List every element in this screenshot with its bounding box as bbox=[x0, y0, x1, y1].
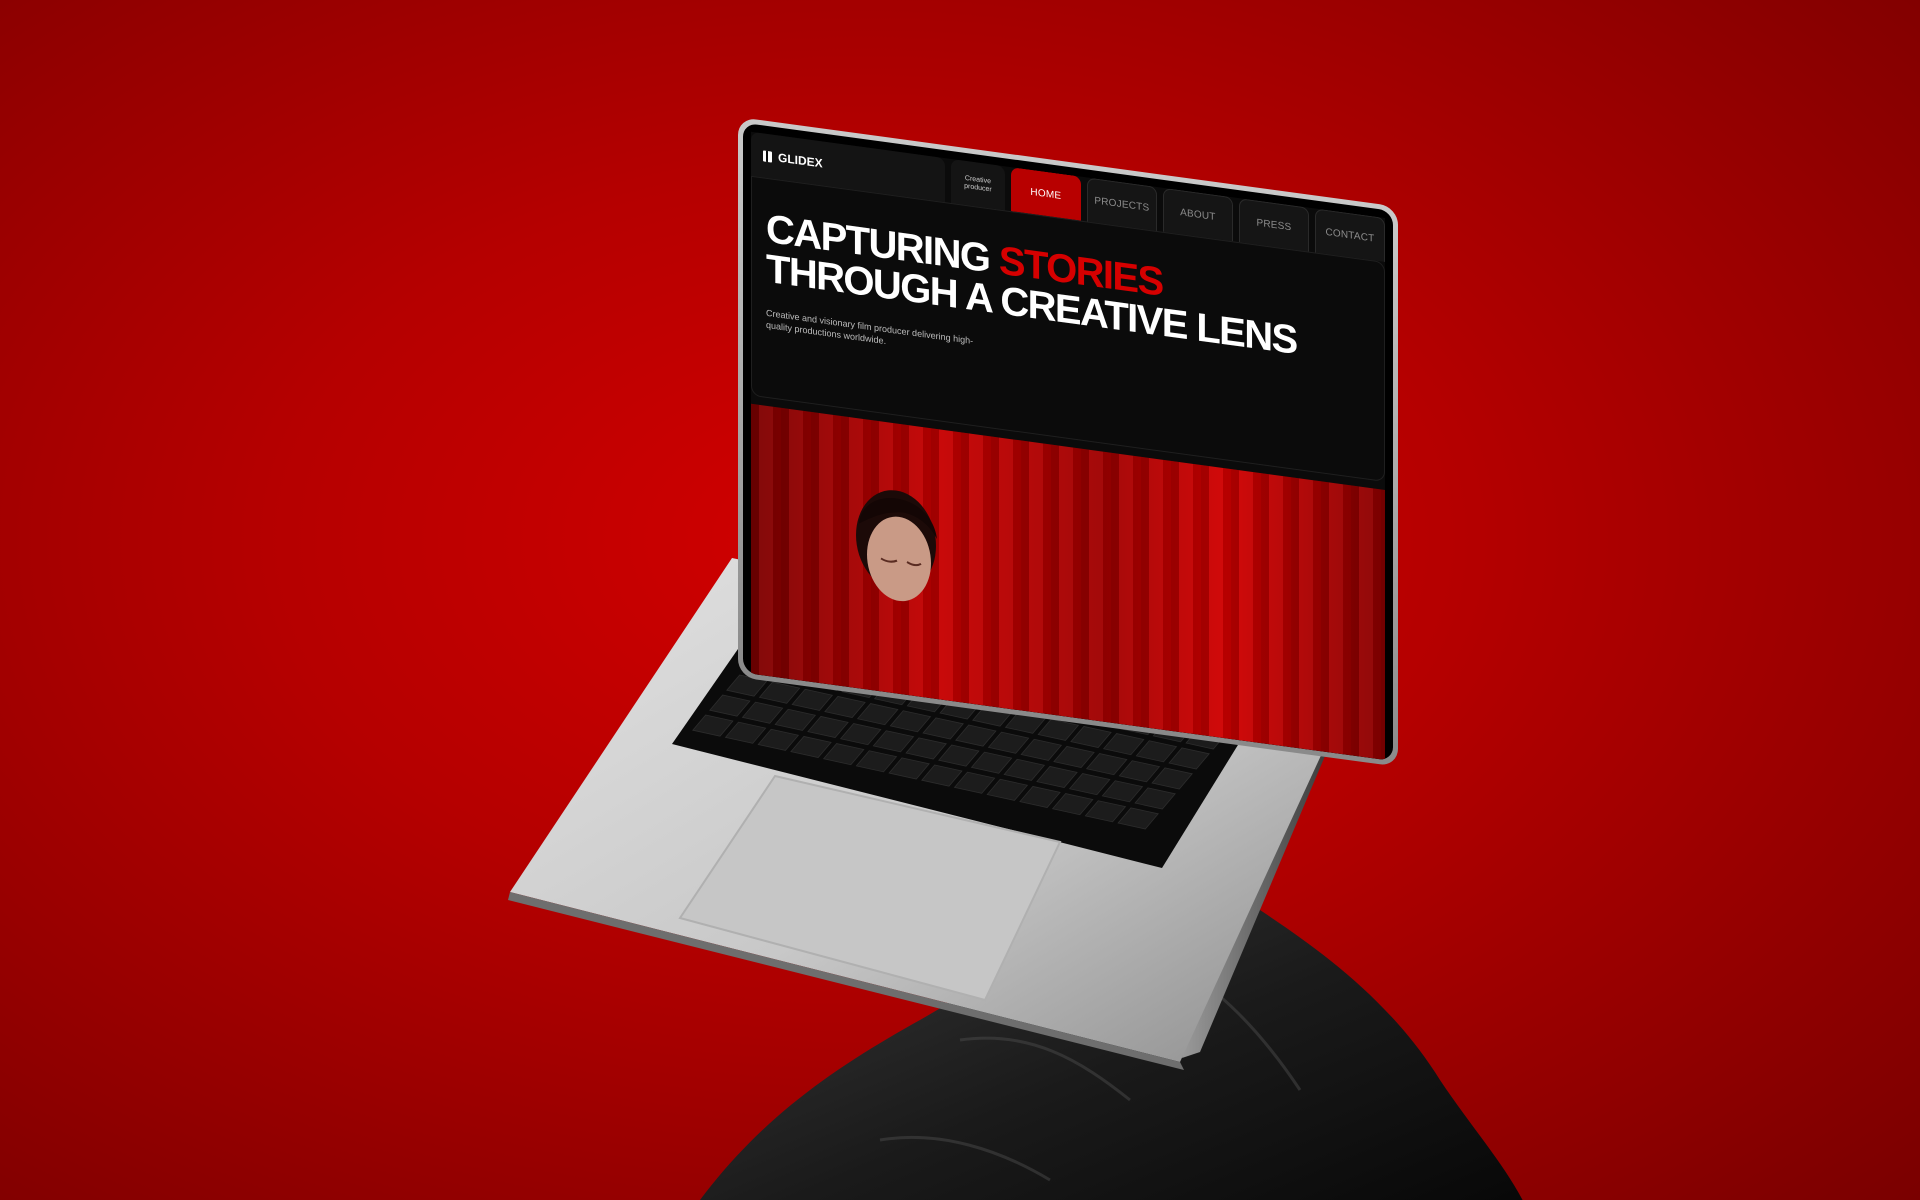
key bbox=[824, 695, 866, 719]
key bbox=[1085, 753, 1128, 776]
logo-icon bbox=[763, 149, 772, 163]
key bbox=[1102, 733, 1145, 756]
key bbox=[807, 715, 849, 739]
key bbox=[986, 778, 1029, 801]
key bbox=[888, 757, 930, 780]
key bbox=[1151, 767, 1193, 790]
website: GLIDEX Creative producer HOME PROJECTS A… bbox=[751, 131, 1385, 760]
key bbox=[856, 703, 899, 726]
key bbox=[1003, 758, 1046, 781]
key bbox=[1118, 760, 1161, 783]
key bbox=[1068, 773, 1111, 796]
key bbox=[741, 701, 784, 724]
key bbox=[758, 681, 801, 704]
key bbox=[905, 737, 947, 760]
key bbox=[791, 688, 834, 711]
key bbox=[1053, 745, 1095, 769]
key bbox=[922, 717, 964, 740]
key bbox=[970, 751, 1013, 774]
key bbox=[1051, 793, 1094, 816]
key bbox=[822, 743, 865, 766]
key bbox=[1135, 740, 1178, 763]
key bbox=[1084, 800, 1127, 823]
key bbox=[955, 724, 997, 747]
key bbox=[839, 723, 882, 746]
logo-text: GLIDEX bbox=[778, 150, 823, 171]
key bbox=[889, 710, 932, 733]
key bbox=[921, 764, 963, 787]
key bbox=[1134, 787, 1176, 810]
key bbox=[938, 744, 980, 767]
key bbox=[1101, 780, 1144, 803]
key bbox=[1168, 747, 1210, 770]
key bbox=[757, 728, 800, 751]
key bbox=[692, 714, 734, 737]
key bbox=[1019, 785, 1061, 809]
key bbox=[709, 694, 751, 717]
key bbox=[790, 735, 832, 759]
key bbox=[987, 731, 1030, 754]
key bbox=[1117, 807, 1159, 830]
key bbox=[953, 771, 996, 794]
key bbox=[855, 750, 898, 773]
key bbox=[1020, 738, 1063, 761]
laptop-display: GLIDEX Creative producer HOME PROJECTS A… bbox=[743, 122, 1393, 762]
portrait-woman bbox=[856, 490, 937, 602]
laptop-lid: GLIDEX Creative producer HOME PROJECTS A… bbox=[738, 117, 1398, 767]
key bbox=[774, 708, 817, 731]
key bbox=[1036, 765, 1078, 789]
key bbox=[872, 730, 915, 753]
key bbox=[1070, 725, 1112, 749]
scene: GLIDEX Creative producer HOME PROJECTS A… bbox=[0, 0, 1920, 1200]
site-tagline: Creative producer bbox=[951, 158, 1005, 211]
key bbox=[724, 721, 767, 744]
